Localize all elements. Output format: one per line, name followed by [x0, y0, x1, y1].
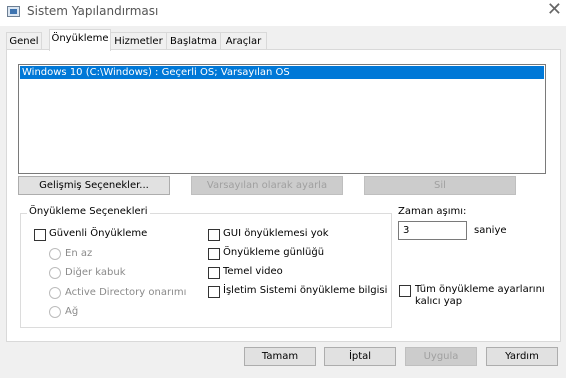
- ok-button[interactable]: Tamam: [244, 347, 316, 366]
- no-gui-boot-label: GUI önyüklemesi yok: [223, 228, 329, 239]
- os-list[interactable]: Windows 10 (C:\Windows) : Geçerli OS; Va…: [18, 64, 546, 174]
- make-permanent-checkbox[interactable]: [399, 285, 411, 297]
- minimal-radio[interactable]: [49, 248, 61, 260]
- alternate-shell-radio[interactable]: [49, 267, 61, 279]
- tab-startup[interactable]: Başlatma: [166, 32, 221, 50]
- boot-options-title: Önyükleme Seçenekleri: [27, 206, 150, 217]
- boot-log-checkbox[interactable]: [208, 248, 220, 260]
- seconds-label: saniye: [474, 225, 507, 236]
- advanced-options-button[interactable]: Gelişmiş Seçenekler...: [18, 176, 170, 195]
- set-default-button[interactable]: Varsayılan olarak ayarla: [191, 176, 343, 195]
- minimal-label: En az: [65, 248, 93, 259]
- help-button[interactable]: Yardım: [486, 347, 558, 366]
- network-radio[interactable]: [49, 306, 61, 318]
- window-title: Sistem Yapılandırması: [27, 4, 159, 18]
- boot-log-label: Önyükleme günlüğü: [223, 247, 325, 258]
- timeout-input[interactable]: 3: [398, 221, 467, 240]
- os-boot-info-checkbox[interactable]: [208, 286, 220, 298]
- cancel-button[interactable]: İptal: [324, 347, 396, 366]
- tab-general[interactable]: Genel: [6, 32, 42, 50]
- tab-tools[interactable]: Araçlar: [220, 32, 267, 50]
- delete-button[interactable]: Sil: [364, 176, 516, 195]
- ad-repair-radio[interactable]: [49, 287, 61, 299]
- safe-boot-label: Güvenli Önyükleme: [49, 228, 148, 239]
- base-video-checkbox[interactable]: [208, 267, 220, 279]
- make-permanent-label-line1: Tüm önyükleme ayarlarını: [415, 284, 545, 295]
- alternate-shell-label: Diğer kabuk: [65, 267, 126, 278]
- safe-boot-checkbox[interactable]: [34, 229, 46, 241]
- apply-button[interactable]: Uygula: [405, 347, 477, 366]
- os-list-item[interactable]: Windows 10 (C:\Windows) : Geçerli OS; Va…: [20, 66, 544, 79]
- base-video-label: Temel video: [223, 266, 283, 277]
- close-icon[interactable]: ✕: [547, 1, 562, 19]
- no-gui-boot-checkbox[interactable]: [208, 229, 220, 241]
- timeout-label: Zaman aşımı:: [398, 206, 467, 217]
- title-bar: Sistem Yapılandırması ✕: [0, 0, 566, 26]
- tab-services[interactable]: Hizmetler: [110, 32, 167, 50]
- tab-boot[interactable]: Önyükleme: [49, 29, 111, 51]
- make-permanent-label-line2: kalıcı yap: [415, 296, 463, 307]
- network-label: Ağ: [65, 306, 79, 317]
- system-config-icon: [7, 6, 20, 17]
- os-boot-info-label: İşletim Sistemi önyükleme bilgisi: [223, 285, 388, 296]
- ad-repair-label: Active Directory onarımı: [65, 287, 187, 298]
